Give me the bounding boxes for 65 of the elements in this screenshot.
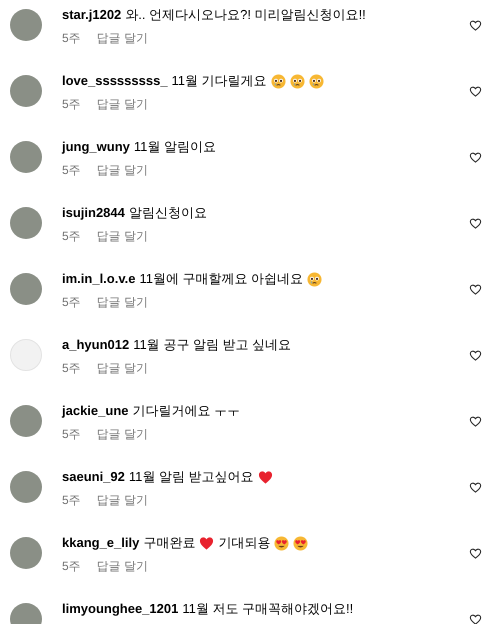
avatar-photo-placeholder[interactable] [10, 207, 42, 239]
reply-button[interactable]: 답글 달기 [96, 96, 148, 113]
comment-time: 5주 [62, 294, 81, 311]
heart-eyes-emoji-icon [274, 536, 290, 550]
comment-time: 5주 [62, 492, 81, 509]
avatar-photo-placeholder[interactable] [10, 141, 42, 173]
heart-icon[interactable] [469, 415, 482, 428]
heart-icon[interactable] [469, 547, 482, 560]
comment-text: 11월 저도 구매꼭해야겠어요!! [182, 600, 354, 618]
reply-button[interactable]: 답글 달기 [96, 426, 148, 443]
reply-button[interactable]: 답글 달기 [96, 162, 148, 179]
comment-time: 5주 [62, 360, 81, 377]
reply-button[interactable]: 답글 달기 [96, 558, 148, 575]
username-link[interactable]: isujin2844 [62, 204, 125, 222]
avatar-photo-placeholder[interactable] [10, 9, 42, 41]
heart-icon[interactable] [469, 349, 482, 362]
teary-face-emoji-icon [290, 74, 305, 88]
heart-icon[interactable] [469, 481, 482, 494]
comment-time: 5주 [62, 228, 81, 245]
heart-icon[interactable] [469, 283, 482, 296]
username-link[interactable]: a_hyun012 [62, 336, 130, 354]
comment-text: 구매완료 [143, 534, 196, 552]
heart-icon[interactable] [469, 151, 482, 164]
username-link[interactable]: jung_wuny [62, 138, 130, 156]
comment-text: 기다릴거에요 ㅜㅜ [132, 402, 240, 420]
comment-text: 알림신청이요 [128, 204, 207, 222]
heart-icon[interactable] [469, 217, 482, 230]
comment-text: 와.. 언제다시오나요?! 미리알림신청이요!! [125, 6, 366, 24]
comment-time: 5주 [62, 30, 81, 47]
reply-button[interactable]: 답글 달기 [96, 360, 148, 377]
username-link[interactable]: im.in_l.o.v.e [62, 270, 136, 288]
heart-icon[interactable] [469, 19, 482, 32]
reply-button[interactable]: 답글 달기 [96, 228, 148, 245]
heart-emoji-icon [258, 470, 273, 484]
comment-text: 11월 알림 받고싶어요 [128, 468, 254, 486]
teary-face-emoji-icon [307, 272, 322, 286]
heart-emoji-icon [199, 536, 214, 550]
comment-time: 5주 [62, 558, 81, 575]
comment-time: 5주 [62, 162, 81, 179]
heart-icon[interactable] [469, 613, 482, 624]
username-link[interactable]: love_sssssssss_ [62, 72, 168, 90]
comment-time: 5주 [62, 96, 81, 113]
avatar-photo-placeholder[interactable] [10, 75, 42, 107]
username-link[interactable]: saeuni_92 [62, 468, 125, 486]
comment-text: 11월에 구매할께요 아쉽네요 [139, 270, 304, 288]
avatar-photo-placeholder[interactable] [10, 537, 42, 569]
username-link[interactable]: jackie_une [62, 402, 128, 420]
reply-button[interactable]: 답글 달기 [96, 492, 148, 509]
comment-time: 5주 [62, 426, 81, 443]
teary-face-emoji-icon [308, 74, 324, 88]
reply-button[interactable]: 답글 달기 [96, 30, 148, 47]
avatar-photo-placeholder[interactable] [10, 471, 42, 503]
comment-text: 11월 알림이요 [134, 138, 216, 156]
comment-text: 11월 공구 알림 받고 싶네요 [133, 336, 292, 354]
comment-text: 11월 기다릴게요 [172, 72, 267, 90]
comment-text: 기대되용 [218, 534, 270, 552]
username-link[interactable]: kkang_e_lily [62, 534, 140, 552]
username-link[interactable]: star.j1202 [62, 6, 122, 24]
avatar-photo-placeholder[interactable] [10, 273, 42, 305]
avatar-photo-placeholder[interactable] [10, 405, 42, 437]
username-link[interactable]: limyounghee_1201 [62, 600, 178, 618]
reply-button[interactable]: 답글 달기 [96, 294, 148, 311]
heart-icon[interactable] [469, 85, 482, 98]
heart-eyes-emoji-icon [293, 536, 308, 550]
teary-face-emoji-icon [270, 74, 286, 88]
